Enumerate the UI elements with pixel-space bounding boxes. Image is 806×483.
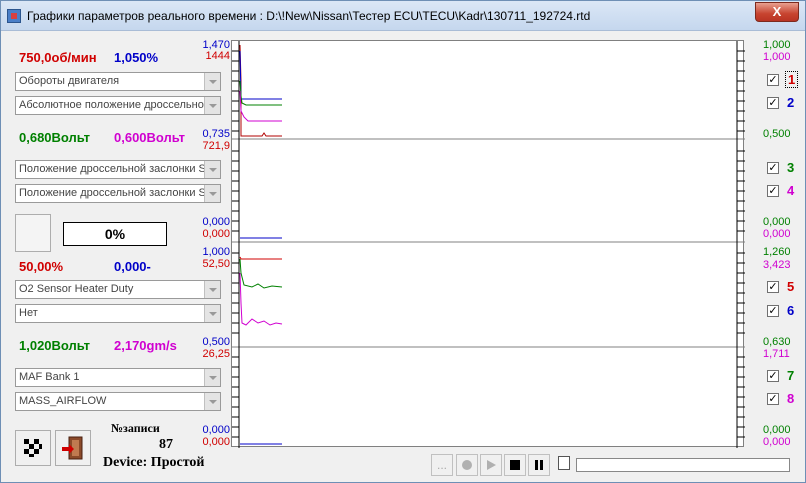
chevron-down-icon [204,369,220,386]
slider-track[interactable] [576,458,790,472]
chevron-down-icon [204,185,220,202]
right-ticks [737,50,745,438]
trace-2 [239,50,282,100]
channel-7-checkbox[interactable]: ✓ [767,370,779,382]
blank-button[interactable] [15,214,51,252]
chevron-down-icon [204,305,220,322]
chevron-down-icon [204,73,220,90]
record-button[interactable] [456,454,478,476]
p2-right-magenta: 0,000 [763,228,791,240]
stop-icon [510,460,520,470]
p1-right-bottom: 0,500 [763,128,791,140]
param6-select[interactable]: Нет [15,304,221,323]
record-number: 87 [159,437,173,452]
param7-select[interactable]: MAF Bank 1 [15,368,221,387]
open-file-button[interactable]: ... [431,454,453,476]
p1-right-top-magenta: 1,000 [763,51,791,63]
channel-1-label: 1 [785,71,799,88]
trace-6 [239,256,282,260]
playback-slider[interactable] [558,454,792,476]
chevron-down-icon [204,393,220,410]
channel-4-checkbox[interactable]: ✓ [767,185,779,197]
p4-right-green: 0,000 [763,424,791,436]
graph-plot [232,41,745,448]
p2-right-green: 0,000 [763,216,791,228]
p1-left-top-red: 1444 [205,50,230,62]
p2-left-red: 0,000 [202,228,230,240]
close-button[interactable]: X [755,2,799,22]
channel-2-label: 2 [787,95,795,110]
p4-left-red: 0,000 [202,436,230,448]
left-ticks [232,50,239,438]
title-bar: Графики параметров реального времени : D… [1,1,805,31]
pause-button[interactable] [528,454,550,476]
param3-value: 0,680Вольт [19,130,91,145]
param3-select[interactable]: Положение дроссельной заслонки S [15,160,221,179]
channel-3-checkbox[interactable]: ✓ [767,162,779,174]
exit-door-icon [62,436,83,460]
trace-4 [239,90,282,122]
channel-1-checkbox[interactable]: ✓ [767,74,779,86]
p1-left-bottom-blue: 0,735 [202,128,230,140]
window-title: Графики параметров реального времени : D… [27,9,591,23]
channel-4-label: 4 [787,183,795,198]
trace-1 [239,44,282,137]
percent-display: 0% [63,222,167,246]
record-icon [462,460,472,470]
param8-select[interactable]: MASS_AIRFLOW [15,392,221,411]
trace-3 [239,80,282,106]
p4-right-magenta: 0,000 [763,436,791,448]
p1-left-bottom-red: 721,9 [202,140,230,152]
pause-icon [535,460,543,470]
p3-left-top-red: 52,50 [202,258,230,270]
param6-value: 0,000- [114,259,151,274]
param1-value: 750,0об/мин [19,50,97,65]
p3-right-top-green: 1,260 [763,246,791,258]
param2-select[interactable]: Абсолютное положение дроссельно [15,96,221,115]
channel-5-checkbox[interactable]: ✓ [767,281,779,293]
channel-7-label: 7 [787,368,795,383]
param2-value: 1,050% [114,50,159,65]
p4-left-blue: 0,000 [202,424,230,436]
app-icon [7,9,21,23]
channel-6-label: 6 [787,303,795,318]
checkered-flag-button[interactable] [15,430,51,466]
param8-value: 2,170gm/s [114,338,177,353]
p3-right-bottom-magenta: 1,711 [763,348,790,360]
param7-value: 1,020Вольт [19,338,91,353]
channel-6-checkbox[interactable]: ✓ [767,305,779,317]
record-label: №записи [111,421,160,435]
channel-3-label: 3 [787,160,795,175]
channel-8-label: 8 [787,391,795,406]
p3-left-bottom-blue: 0,500 [202,336,230,348]
device-status: Device: Простой [103,455,205,470]
slider-thumb[interactable] [558,456,570,470]
channel-2-checkbox[interactable]: ✓ [767,97,779,109]
graph-area [231,40,745,448]
main-window: Графики параметров реального времени : D… [0,0,806,483]
chevron-down-icon [204,281,220,298]
p2-left-blue: 0,000 [202,216,230,228]
param4-value: 0,600Вольт [114,130,186,145]
param1-select[interactable]: Обороты двигателя [15,72,221,91]
p3-right-top-magenta: 3,423 [763,259,791,271]
chevron-down-icon [204,97,220,114]
chevron-down-icon [204,161,220,178]
param4-select[interactable]: Положение дроссельной заслонки S [15,184,221,203]
stop-button[interactable] [504,454,526,476]
trace-7 [239,258,283,289]
p3-left-bottom-red: 26,25 [202,348,230,360]
checkered-flag-icon [24,439,42,457]
play-button[interactable] [480,454,502,476]
p3-left-top-blue: 1,000 [202,246,230,258]
trace-8 [239,272,283,326]
p3-right-bottom-green: 0,630 [763,336,791,348]
param5-select[interactable]: O2 Sensor Heater Duty [15,280,221,299]
channel-8-checkbox[interactable]: ✓ [767,393,779,405]
p1-right-top-green: 1,000 [763,39,791,51]
play-icon [487,460,496,470]
channel-5-label: 5 [787,279,795,294]
param5-value: 50,00% [19,259,64,274]
exit-button[interactable] [55,430,91,466]
